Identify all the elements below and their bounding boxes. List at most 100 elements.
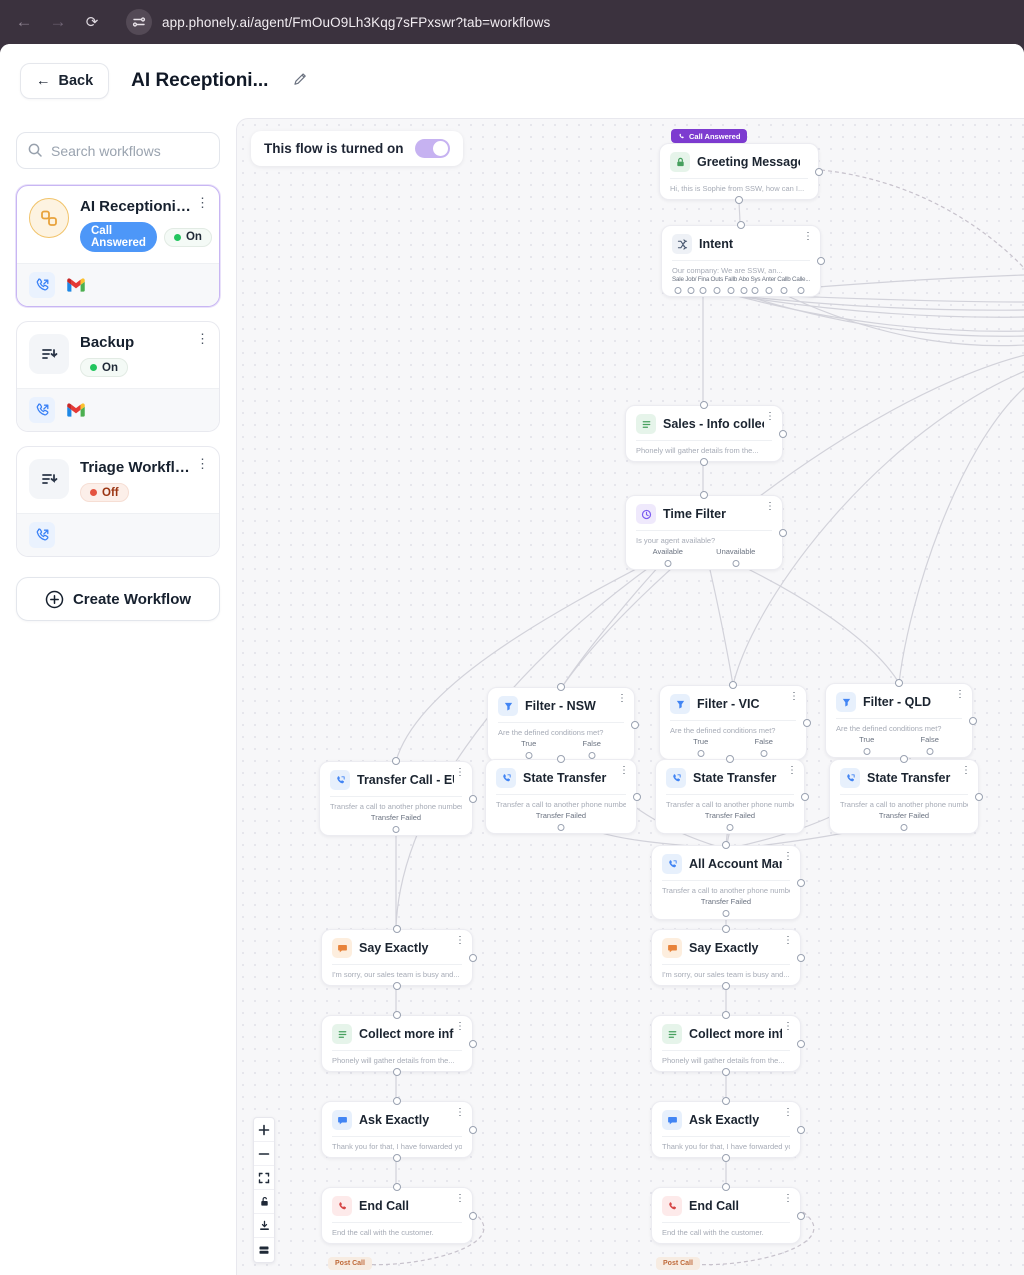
branch-handle[interactable] xyxy=(760,750,767,757)
connection-handle[interactable] xyxy=(633,793,641,801)
connection-handle[interactable] xyxy=(729,681,737,689)
branch-handle[interactable] xyxy=(700,287,707,294)
branch-handle[interactable] xyxy=(674,287,681,294)
workflow-menu-button[interactable]: ⋮ xyxy=(196,332,209,345)
node-menu-button[interactable]: ⋮ xyxy=(961,766,971,776)
branch-handle[interactable] xyxy=(588,752,595,759)
branch-handle[interactable] xyxy=(723,910,730,917)
connection-handle[interactable] xyxy=(975,793,983,801)
fit-view-button[interactable] xyxy=(254,1166,274,1190)
connection-handle[interactable] xyxy=(779,430,787,438)
connection-handle[interactable] xyxy=(969,717,977,725)
branch-handle[interactable] xyxy=(797,287,804,294)
connection-handle[interactable] xyxy=(393,1154,401,1162)
connection-handle[interactable] xyxy=(393,1068,401,1076)
node-menu-button[interactable]: ⋮ xyxy=(783,1022,793,1032)
flow-canvas[interactable]: This flow is turned on Call Answered Gre… xyxy=(236,118,1024,1275)
zoom-in-button[interactable] xyxy=(254,1118,274,1142)
branch-handle[interactable] xyxy=(752,287,759,294)
node-greeting-message[interactable]: Greeting Message Hi, this is Sophie from… xyxy=(659,143,819,200)
branch-handle[interactable] xyxy=(697,750,704,757)
workflow-menu-button[interactable]: ⋮ xyxy=(196,457,209,470)
connection-handle[interactable] xyxy=(797,879,805,887)
workflow-menu-button[interactable]: ⋮ xyxy=(196,196,209,209)
node-menu-button[interactable]: ⋮ xyxy=(789,692,799,702)
workflow-card-backup[interactable]: Backup On ⋮ xyxy=(16,321,220,432)
node-menu-button[interactable]: ⋮ xyxy=(455,1108,465,1118)
connection-handle[interactable] xyxy=(722,1097,730,1105)
connection-handle[interactable] xyxy=(797,954,805,962)
connection-handle[interactable] xyxy=(797,1126,805,1134)
node-menu-button[interactable]: ⋮ xyxy=(765,412,775,422)
workflow-card-ai-receptionist[interactable]: AI Receptionis... Call Answered On ⋮ xyxy=(16,185,220,307)
branch-handle[interactable] xyxy=(713,287,720,294)
connection-handle[interactable] xyxy=(393,925,401,933)
node-menu-button[interactable]: ⋮ xyxy=(619,766,629,776)
node-menu-button[interactable]: ⋮ xyxy=(955,690,965,700)
browser-back-icon[interactable]: ← xyxy=(14,12,34,32)
address-bar[interactable]: app.phonely.ai/agent/FmOuO9Lh3Kqg7sFPxsw… xyxy=(116,6,1010,38)
zoom-out-button[interactable] xyxy=(254,1142,274,1166)
connection-handle[interactable] xyxy=(801,793,809,801)
connection-handle[interactable] xyxy=(700,458,708,466)
node-menu-button[interactable]: ⋮ xyxy=(455,768,465,778)
node-intent[interactable]: Intent ⋮ Our company: We are SSW, an... … xyxy=(661,225,821,297)
branch-handle[interactable] xyxy=(863,748,870,755)
branch-handle[interactable] xyxy=(901,824,908,831)
node-menu-button[interactable]: ⋮ xyxy=(783,1108,793,1118)
node-end-call-left[interactable]: End Call ⋮ End the call with the custome… xyxy=(321,1187,473,1244)
workflow-card-triage[interactable]: Triage Workflow Off ⋮ xyxy=(16,446,220,557)
connection-handle[interactable] xyxy=(469,1212,477,1220)
node-state-transfer-1[interactable]: State Transfer ⋮ Transfer a call to anot… xyxy=(485,759,637,834)
branch-handle[interactable] xyxy=(765,287,772,294)
connection-handle[interactable] xyxy=(895,679,903,687)
branch-handle[interactable] xyxy=(393,826,400,833)
connection-handle[interactable] xyxy=(469,795,477,803)
node-filter-vic[interactable]: Filter - VIC ⋮ Are the defined condition… xyxy=(659,685,807,760)
node-state-transfer-2[interactable]: State Transfer ⋮ Transfer a call to anot… xyxy=(655,759,805,834)
node-transfer-call-eu[interactable]: Transfer Call - EU ⋮ Transfer a call to … xyxy=(319,761,473,836)
node-menu-button[interactable]: ⋮ xyxy=(783,852,793,862)
branch-handle[interactable] xyxy=(558,824,565,831)
connection-handle[interactable] xyxy=(557,683,565,691)
branch-handle[interactable] xyxy=(525,752,532,759)
node-time-filter[interactable]: Time Filter ⋮ Is your agent available? A… xyxy=(625,495,783,570)
branch-handle[interactable] xyxy=(740,287,747,294)
browser-reload-icon[interactable]: ⟳ xyxy=(82,13,102,31)
connection-handle[interactable] xyxy=(469,954,477,962)
node-all-account-managers[interactable]: All Account Manag... ⋮ Transfer a call t… xyxy=(651,845,801,920)
back-button[interactable]: ← Back xyxy=(20,63,109,99)
connection-handle[interactable] xyxy=(557,755,565,763)
node-sales-info-collection[interactable]: Sales - Info collection ⋮ Phonely will g… xyxy=(625,405,783,462)
connection-handle[interactable] xyxy=(393,1011,401,1019)
connection-handle[interactable] xyxy=(722,1183,730,1191)
branch-handle[interactable] xyxy=(732,560,739,567)
connection-handle[interactable] xyxy=(722,1011,730,1019)
edit-title-icon[interactable] xyxy=(292,71,308,92)
connection-handle[interactable] xyxy=(469,1040,477,1048)
connection-handle[interactable] xyxy=(722,925,730,933)
connection-handle[interactable] xyxy=(779,529,787,537)
branch-handle[interactable] xyxy=(727,287,734,294)
node-menu-button[interactable]: ⋮ xyxy=(455,1022,465,1032)
node-end-call-right[interactable]: End Call ⋮ End the call with the custome… xyxy=(651,1187,801,1244)
connection-handle[interactable] xyxy=(393,1183,401,1191)
connection-handle[interactable] xyxy=(722,1068,730,1076)
node-menu-button[interactable]: ⋮ xyxy=(455,1194,465,1204)
create-workflow-button[interactable]: Create Workflow xyxy=(16,577,220,621)
connection-handle[interactable] xyxy=(700,491,708,499)
node-menu-button[interactable]: ⋮ xyxy=(803,232,813,242)
branch-handle[interactable] xyxy=(664,560,671,567)
browser-forward-icon[interactable]: → xyxy=(48,12,68,32)
node-ask-exactly-right[interactable]: Ask Exactly ⋮ Thank you for that, I have… xyxy=(651,1101,801,1158)
node-menu-button[interactable]: ⋮ xyxy=(783,1194,793,1204)
node-say-exactly-left[interactable]: Say Exactly ⋮ I'm sorry, our sales team … xyxy=(321,929,473,986)
minimap-toggle-button[interactable] xyxy=(254,1238,274,1262)
site-settings-icon[interactable] xyxy=(126,9,152,35)
connection-handle[interactable] xyxy=(737,221,745,229)
node-menu-button[interactable]: ⋮ xyxy=(787,766,797,776)
connection-handle[interactable] xyxy=(817,257,825,265)
node-menu-button[interactable]: ⋮ xyxy=(765,502,775,512)
connection-handle[interactable] xyxy=(722,841,730,849)
connection-handle[interactable] xyxy=(722,1154,730,1162)
